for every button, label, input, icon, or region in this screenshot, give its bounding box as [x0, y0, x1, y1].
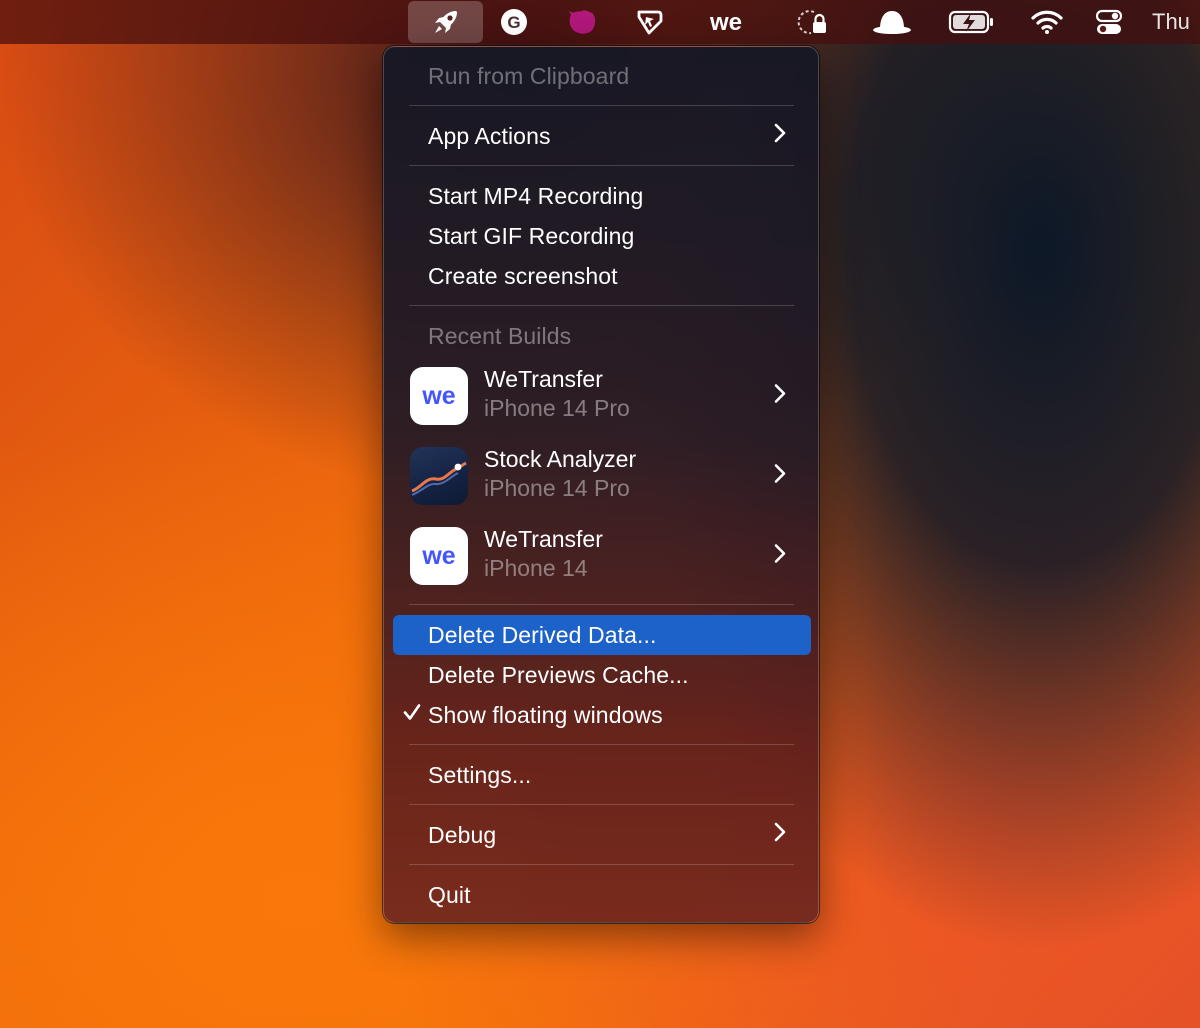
- menu-item-debug[interactable]: Debug: [393, 815, 811, 855]
- chevron-right-icon: [773, 383, 787, 410]
- recent-build-item[interactable]: we WeTransfer iPhone 14: [393, 516, 811, 596]
- menu-item-start-mp4-recording[interactable]: Start MP4 Recording: [393, 176, 811, 216]
- menu-item-label: Settings...: [428, 761, 532, 788]
- menu-item-settings[interactable]: Settings...: [393, 755, 811, 795]
- purple-blob-icon[interactable]: [563, 0, 601, 44]
- menu-item-create-screenshot[interactable]: Create screenshot: [393, 256, 811, 296]
- menu-item-label: Quit: [428, 881, 471, 908]
- svg-text:we: we: [421, 542, 455, 570]
- recent-build-item[interactable]: we WeTransfer iPhone 14 Pro: [393, 356, 811, 436]
- menu-item-label: Delete Derived Data...: [428, 621, 657, 648]
- control-center-icon[interactable]: [1092, 0, 1126, 44]
- menu-item-label: App Actions: [428, 122, 551, 149]
- cursor-pointer-icon[interactable]: [630, 0, 668, 44]
- stock-analyzer-app-icon: [410, 447, 468, 505]
- grammarly-icon[interactable]: G: [496, 0, 532, 44]
- menu-item-quit[interactable]: Quit: [393, 875, 811, 915]
- chevron-right-icon: [773, 122, 787, 150]
- chevron-right-icon: [773, 543, 787, 570]
- build-app-name: WeTransfer: [484, 366, 603, 392]
- menubar-clock[interactable]: Thu: [1152, 0, 1200, 44]
- rocket-icon[interactable]: [408, 1, 483, 43]
- wifi-icon[interactable]: [1028, 0, 1066, 44]
- recent-builds-header: Recent Builds: [393, 316, 811, 356]
- recent-build-item[interactable]: Stock Analyzer iPhone 14 Pro: [393, 436, 811, 516]
- menu-item-label: Start GIF Recording: [428, 222, 635, 249]
- menu-item-label: Run from Clipboard: [428, 62, 630, 89]
- build-device-name: iPhone 14: [484, 555, 588, 581]
- menu-item-label: Show floating windows: [428, 701, 663, 728]
- menu-separator: [409, 604, 794, 605]
- menu-item-delete-derived-data[interactable]: Delete Derived Data...: [393, 615, 811, 655]
- wetransfer-app-icon: we: [410, 527, 468, 585]
- wetransfer-icon[interactable]: we: [702, 0, 750, 44]
- menu-separator: [409, 105, 794, 106]
- build-device-name: iPhone 14 Pro: [484, 395, 630, 421]
- menu-separator: [409, 804, 794, 805]
- menu-item-label: Debug: [428, 821, 497, 848]
- menu-bar: G we Thu: [0, 0, 1200, 44]
- build-device-name: iPhone 14 Pro: [484, 475, 630, 501]
- lock-icon[interactable]: [794, 0, 832, 44]
- build-app-name: WeTransfer: [484, 526, 603, 552]
- menu-item-label: Delete Previews Cache...: [428, 661, 689, 688]
- wetransfer-app-icon: we: [410, 367, 468, 425]
- bowler-hat-icon[interactable]: [870, 0, 914, 44]
- menu-separator: [409, 165, 794, 166]
- menu-item-start-gif-recording[interactable]: Start GIF Recording: [393, 216, 811, 256]
- chevron-right-icon: [773, 821, 787, 849]
- svg-text:G: G: [507, 13, 520, 32]
- chevron-right-icon: [773, 463, 787, 490]
- battery-charging-icon: [946, 0, 998, 44]
- menu-separator: [409, 744, 794, 745]
- section-header-label: Recent Builds: [428, 322, 572, 349]
- build-app-name: Stock Analyzer: [484, 446, 637, 472]
- menu-item-label: Create screenshot: [428, 262, 618, 289]
- svg-text:we: we: [421, 382, 455, 410]
- menu-item-app-actions[interactable]: App Actions: [393, 116, 811, 156]
- svg-text:we: we: [709, 9, 742, 36]
- menu-item-label: Start MP4 Recording: [428, 182, 644, 209]
- checkmark-icon: [402, 702, 422, 729]
- menu-item-delete-previews-cache[interactable]: Delete Previews Cache...: [393, 655, 811, 695]
- menu-separator: [409, 864, 794, 865]
- app-menu: Run from Clipboard App Actions Start MP4…: [383, 46, 819, 923]
- menu-item-show-floating-windows[interactable]: Show floating windows: [393, 695, 811, 735]
- menu-item-run-from-clipboard: Run from Clipboard: [393, 56, 811, 96]
- menu-separator: [409, 305, 794, 306]
